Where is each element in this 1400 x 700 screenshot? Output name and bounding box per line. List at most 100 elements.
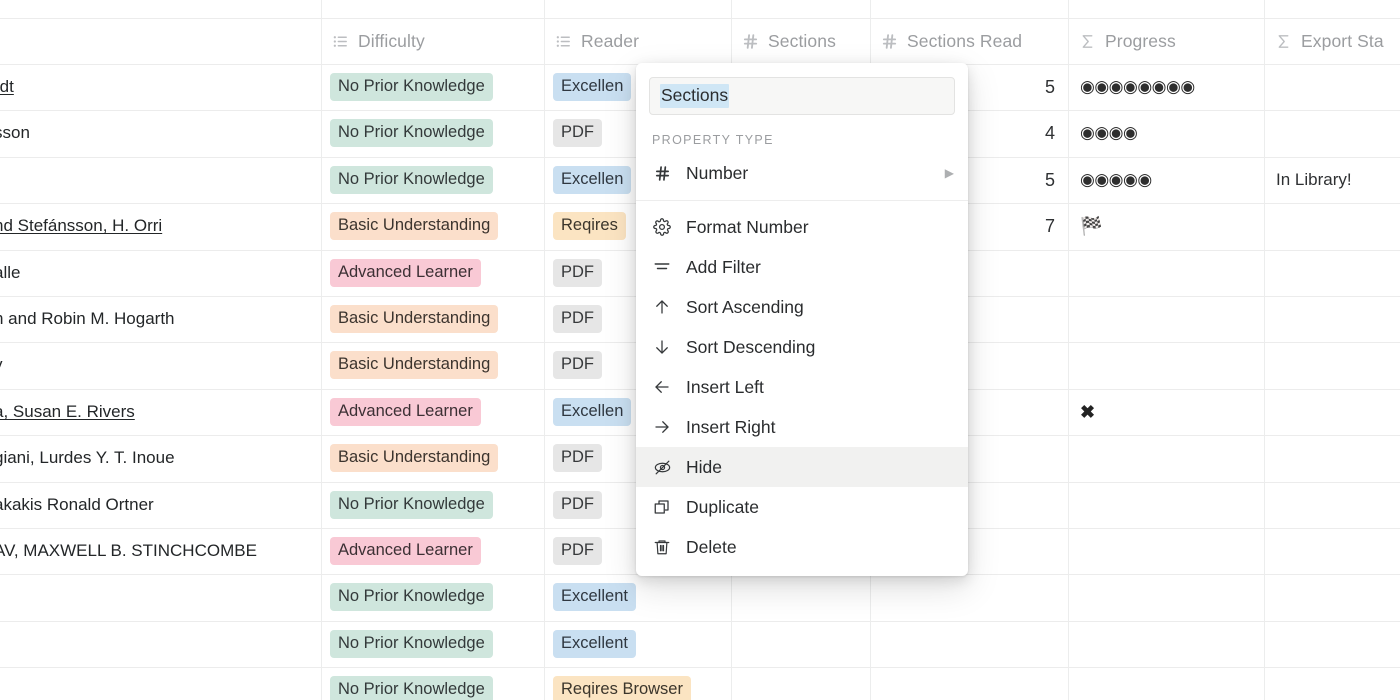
column-header-reader[interactable]: Reader (554, 18, 728, 64)
column-header-progress[interactable]: Progress (1078, 18, 1261, 64)
cell-name[interactable]: a, Susan E. Rivers (0, 389, 312, 435)
menu-item-label: Insert Right (686, 416, 776, 437)
cell-export-status[interactable] (1276, 667, 1398, 700)
name-text: n and Robin M. Hogarth (0, 309, 175, 328)
property-name-input[interactable]: Sections (649, 77, 955, 115)
cell-export-status[interactable] (1276, 528, 1398, 574)
cell-progress[interactable] (1080, 482, 1261, 528)
menu-item-duplicate[interactable]: Duplicate (636, 487, 968, 527)
menu-item-label: Number (686, 162, 749, 183)
cell-export-status[interactable] (1276, 203, 1398, 249)
menu-item-insert-left[interactable]: Insert Left (636, 367, 968, 407)
cell-name[interactable]: alle (0, 250, 312, 296)
menu-item-hide[interactable]: Hide (636, 447, 968, 487)
cell-progress[interactable] (1080, 667, 1261, 700)
cell-reader[interactable]: Excellent (553, 621, 727, 667)
menu-item-format-number[interactable]: Format Number (636, 207, 968, 247)
cell-name[interactable]: giani, Lurdes Y. T. Inoue (0, 435, 312, 481)
menu-item-sort-ascending[interactable]: Sort Ascending (636, 287, 968, 327)
name-link[interactable]: a, Susan E. Rivers (0, 402, 135, 422)
cell-progress[interactable] (1080, 296, 1261, 342)
cell-sections-read[interactable] (870, 574, 1067, 620)
column-header-label: Export Sta (1301, 30, 1384, 51)
cell-sections-read[interactable] (870, 621, 1067, 667)
cell-sections[interactable] (731, 574, 869, 620)
cell-progress[interactable] (1080, 342, 1261, 388)
cell-name[interactable]: akakis Ronald Ortner (0, 482, 312, 528)
cell-progress[interactable] (1080, 621, 1261, 667)
cell-export-status[interactable] (1276, 296, 1398, 342)
menu-item-delete[interactable]: Delete (636, 527, 968, 567)
cell-export-status[interactable] (1276, 389, 1398, 435)
cell-progress[interactable]: 🏁 (1080, 203, 1261, 249)
difficulty-tag: No Prior Knowledge (330, 73, 493, 101)
progress-x: ✖ (1080, 401, 1096, 422)
cell-difficulty[interactable]: Advanced Learner (330, 250, 540, 296)
cell-name[interactable]: rdt (0, 64, 312, 110)
cell-sections-read[interactable] (870, 667, 1067, 700)
cell-sections[interactable] (731, 667, 869, 700)
column-header-difficulty[interactable]: Difficulty (331, 18, 541, 64)
cell-difficulty[interactable]: Basic Understanding (330, 203, 540, 249)
menu-item-label: Insert Left (686, 376, 764, 397)
name-link[interactable]: nd Stefánsson, H. Orri (0, 216, 162, 236)
cell-export-status[interactable] (1276, 342, 1398, 388)
cell-name[interactable]: y (0, 342, 312, 388)
cell-export-status[interactable]: In Library! (1276, 157, 1398, 203)
cell-export-status[interactable] (1276, 64, 1398, 110)
cell-difficulty[interactable]: No Prior Knowledge (330, 621, 540, 667)
column-property-menu[interactable]: Sections PROPERTY TYPE Number ▶ Format N… (636, 63, 968, 576)
select-icon (331, 32, 349, 50)
cell-name[interactable]: nd Stefánsson, H. Orri (0, 203, 312, 249)
reader-tag: Excellen (553, 73, 632, 101)
cell-export-status[interactable] (1276, 574, 1398, 620)
cell-difficulty[interactable]: No Prior Knowledge (330, 110, 540, 156)
cell-export-status[interactable] (1276, 482, 1398, 528)
cell-export-status[interactable] (1276, 435, 1398, 481)
cell-progress[interactable] (1080, 435, 1261, 481)
cell-sections[interactable] (731, 621, 869, 667)
cell-difficulty[interactable]: Advanced Learner (330, 389, 540, 435)
difficulty-tag: No Prior Knowledge (330, 166, 493, 194)
name-text: akakis Ronald Ortner (0, 495, 154, 514)
cell-difficulty[interactable]: No Prior Knowledge (330, 157, 540, 203)
cell-progress[interactable]: ◉◉◉◉◉ (1080, 157, 1261, 203)
menu-item-add-filter[interactable]: Add Filter (636, 247, 968, 287)
cell-progress[interactable] (1080, 574, 1261, 620)
cell-export-status[interactable] (1276, 110, 1398, 156)
menu-item-property-type[interactable]: Number ▶ (636, 153, 968, 193)
cell-progress[interactable]: ✖ (1080, 389, 1261, 435)
column-header-export_status[interactable]: Export Sta (1274, 18, 1398, 64)
cell-difficulty[interactable]: Advanced Learner (330, 528, 540, 574)
column-header-label: Difficulty (358, 30, 425, 51)
menu-item-sort-descending[interactable]: Sort Descending (636, 327, 968, 367)
property-name-value: Sections (660, 84, 730, 108)
cell-progress[interactable]: ◉◉◉◉ (1080, 110, 1261, 156)
difficulty-tag: Advanced Learner (330, 398, 481, 426)
cell-reader[interactable]: Excellent (553, 574, 727, 620)
name-text: y (0, 355, 3, 375)
cell-difficulty[interactable]: Basic Understanding (330, 435, 540, 481)
cell-difficulty[interactable]: No Prior Knowledge (330, 667, 540, 700)
column-header-sections[interactable]: Sections (741, 18, 867, 64)
cell-export-status[interactable] (1276, 250, 1398, 296)
cell-difficulty[interactable]: No Prior Knowledge (330, 574, 540, 620)
cell-name[interactable]: sson (0, 110, 312, 156)
cell-difficulty[interactable]: No Prior Knowledge (330, 64, 540, 110)
cell-progress[interactable] (1080, 250, 1261, 296)
cell-name[interactable]: AV, MAXWELL B. STINCHCOMBE (0, 528, 312, 574)
cell-name[interactable]: n and Robin M. Hogarth (0, 296, 312, 342)
select-icon (554, 32, 572, 50)
column-header-sections_read[interactable]: Sections Read (880, 18, 1065, 64)
menu-section-label: PROPERTY TYPE (652, 133, 774, 147)
cell-progress[interactable] (1080, 528, 1261, 574)
menu-item-insert-right[interactable]: Insert Right (636, 407, 968, 447)
cell-progress[interactable]: ◉◉◉◉◉◉◉◉ (1080, 64, 1261, 110)
cell-export-status[interactable] (1276, 621, 1398, 667)
cell-difficulty[interactable]: No Prior Knowledge (330, 482, 540, 528)
cell-reader[interactable]: Reqires Browser (553, 667, 727, 700)
cell-difficulty[interactable]: Basic Understanding (330, 296, 540, 342)
cell-difficulty[interactable]: Basic Understanding (330, 342, 540, 388)
reader-tag: Excellent (553, 583, 636, 611)
name-link[interactable]: rdt (0, 77, 14, 97)
